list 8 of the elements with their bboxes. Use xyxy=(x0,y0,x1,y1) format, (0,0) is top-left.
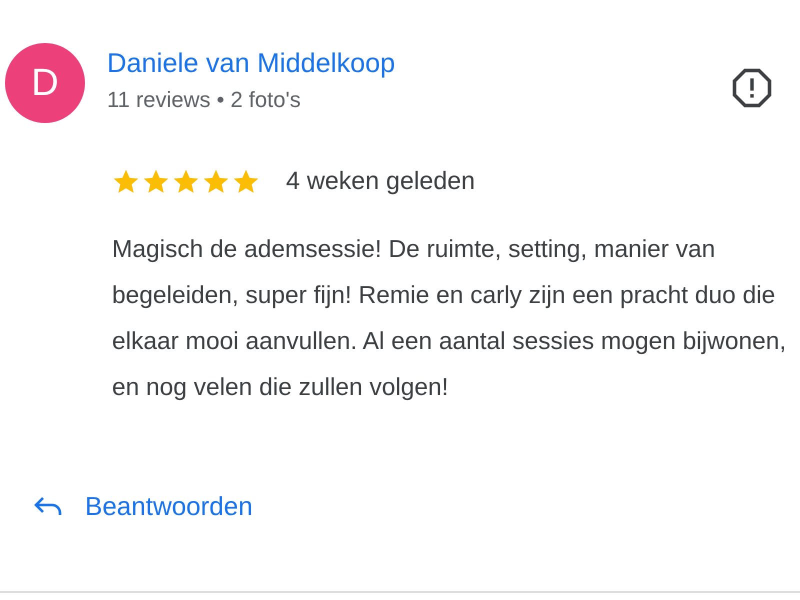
review-text: Magisch de ademsessie! De ruimte, setting, manier van begeleiden, super fijn! Remie en carly zijn een pracht duo die elkaar mooi aanvullen. Al een aantal sessies mogen bijwonen, en nog velen die zullen volgen! xyxy=(112,234,788,402)
review-date: 4 weken geleden xyxy=(286,166,476,197)
reviewer-name[interactable]: Daniele van Middelkoop xyxy=(107,47,731,80)
reply-icon xyxy=(33,495,63,517)
reviewer-meta: 11 reviews • 2 foto's xyxy=(107,86,302,114)
report-icon[interactable] xyxy=(731,67,773,109)
reply-button[interactable]: Beantwoorden xyxy=(23,480,263,532)
avatar: D xyxy=(5,43,85,123)
